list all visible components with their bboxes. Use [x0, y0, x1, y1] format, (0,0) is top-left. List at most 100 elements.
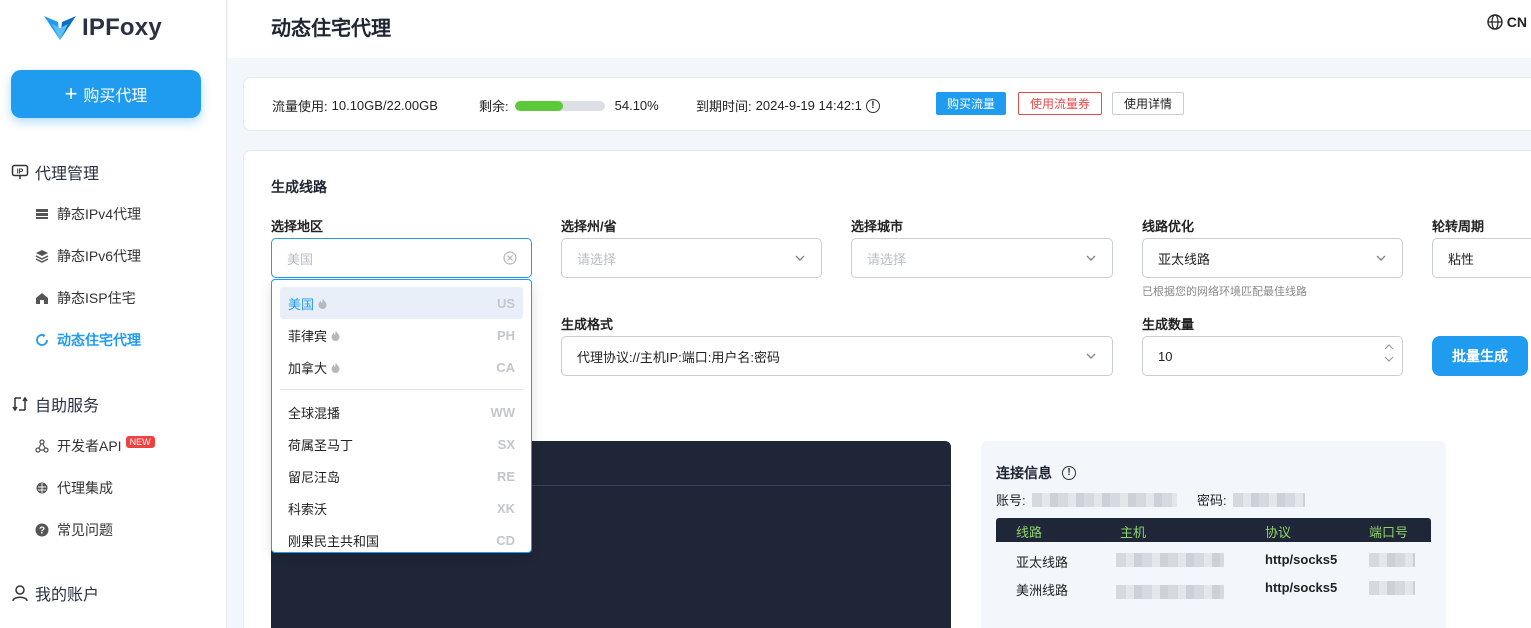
dropdown-option-ph[interactable]: 菲律宾 PH — [280, 319, 523, 351]
format-label: 生成格式 — [561, 317, 614, 332]
route-select[interactable]: 亚太线路 — [1142, 238, 1403, 278]
chevron-down-icon[interactable] — [1384, 355, 1394, 363]
route-hint: 已根据您的网络环境匹配最佳线路 — [1142, 286, 1307, 298]
clear-icon[interactable] — [503, 251, 517, 265]
batch-generate-button[interactable]: 批量生成 — [1432, 336, 1528, 376]
dropdown-option-ww[interactable]: 全球混播 WW — [280, 396, 523, 428]
state-placeholder: 请选择 — [577, 251, 617, 267]
generator-title: 生成线路 — [271, 179, 327, 195]
count-value: 10 — [1158, 348, 1173, 364]
option-code: SX — [497, 436, 515, 452]
brand-name: IPFoxy — [82, 14, 162, 41]
option-name: 留尼汪岛 — [288, 469, 341, 485]
city-select[interactable]: 请选择 — [851, 238, 1113, 278]
dropdown-option-us[interactable]: 美国 US — [280, 287, 523, 319]
option-name: 科索沃 — [288, 501, 328, 517]
region-placeholder: 美国 — [287, 251, 314, 267]
buy-proxy-button[interactable]: + 购买代理 — [11, 70, 201, 118]
region-dropdown: 美国 US 菲律宾 PH 加拿大 CA 全球混播 WW 荷属圣马丁 SX 留尼汪… — [271, 279, 532, 553]
count-stepper[interactable] — [1384, 343, 1394, 363]
svg-text:?: ? — [39, 526, 45, 537]
sidebar-item-static-ipv6[interactable]: 静态IPv6代理 — [35, 246, 141, 266]
new-badge: NEW — [125, 436, 155, 448]
account-info: 账号: — [996, 490, 1177, 509]
remaining-progress-bar — [514, 100, 605, 111]
sidebar: IPFoxy + 购买代理 IP 代理管理 静态IPv4代理 静态IPv6代理 … — [0, 0, 227, 628]
dropdown-divider — [280, 389, 523, 390]
column-header: 线路 — [1016, 525, 1043, 540]
plus-icon: + — [64, 81, 78, 106]
svg-text:IP: IP — [17, 169, 24, 176]
ip-icon: IP — [11, 164, 29, 179]
option-code: XK — [496, 500, 515, 516]
dropdown-option-sx[interactable]: 荷属圣马丁 SX — [280, 428, 523, 460]
traffic-value: 10.10GB/22.00GB — [331, 98, 438, 113]
chevron-down-icon — [1086, 353, 1096, 359]
nav-group-self-service[interactable]: 自助服务 — [11, 392, 99, 416]
sidebar-item-proxy-integration[interactable]: 代理集成 — [35, 478, 113, 498]
region-label: 选择地区 — [271, 219, 324, 234]
chevron-down-icon — [1376, 255, 1386, 261]
state-select[interactable]: 请选择 — [561, 238, 822, 278]
sidebar-item-static-isp[interactable]: 静态ISP住宅 — [35, 288, 136, 308]
sidebar-item-label: 常见问题 — [57, 522, 113, 538]
question-icon: ? — [35, 523, 49, 537]
globe-icon — [1487, 14, 1503, 30]
nav-group-proxy-management[interactable]: IP 代理管理 — [11, 160, 99, 184]
sidebar-item-dynamic-residential[interactable]: 动态住宅代理 — [35, 330, 141, 350]
expire-value: 2024-9-19 14:42:1 — [755, 98, 862, 113]
connection-title: 连接信息 ! — [996, 463, 1076, 483]
dropdown-option-cd[interactable]: 刚果民主共和国 CD — [280, 524, 523, 552]
chevron-down-icon — [1086, 255, 1096, 261]
option-name: 荷属圣马丁 — [288, 437, 354, 453]
logo[interactable]: IPFoxy — [42, 12, 162, 44]
chevron-down-icon — [795, 255, 805, 261]
buy-traffic-button[interactable]: 购买流量 — [936, 92, 1007, 115]
table-cell-route: 亚太线路 — [1016, 555, 1069, 570]
language-switcher[interactable]: CN — [1487, 14, 1527, 30]
sidebar-item-label: 动态住宅代理 — [57, 332, 141, 348]
hot-icon — [331, 330, 340, 341]
count-input[interactable]: 10 — [1142, 336, 1403, 376]
option-code: PH — [496, 327, 515, 343]
layers-icon — [35, 250, 49, 263]
option-code: CA — [496, 359, 515, 375]
usage-detail-button[interactable]: 使用详情 — [1112, 92, 1185, 115]
table-cell-route: 美洲线路 — [1016, 583, 1069, 598]
sidebar-item-static-ipv4[interactable]: 静态IPv4代理 — [35, 204, 141, 224]
route-label: 线路优化 — [1142, 219, 1195, 234]
sidebar-item-developer-api[interactable]: 开发者API NEW — [35, 436, 155, 456]
option-name: 刚果民主共和国 — [288, 533, 380, 549]
sidebar-item-label: 静态IPv4代理 — [57, 206, 142, 222]
option-code: RE — [496, 468, 515, 484]
hot-icon — [318, 298, 327, 309]
use-coupon-button[interactable]: 使用流量券 — [1018, 92, 1103, 115]
rotation-select[interactable]: 粘性 — [1432, 238, 1531, 278]
connection-table-header: 线路 主机 协议 端口号 — [996, 518, 1431, 542]
info-icon[interactable]: ! — [865, 98, 880, 113]
region-select[interactable]: 美国 — [271, 238, 532, 278]
fox-logo-icon — [44, 16, 76, 40]
remaining-usage: 剩余: 54.10% — [479, 96, 659, 115]
route-value: 亚太线路 — [1158, 251, 1211, 267]
nav-group-my-account[interactable]: 我的账户 — [11, 581, 99, 605]
sidebar-item-label: 开发者API — [57, 438, 122, 454]
dropdown-option-ca[interactable]: 加拿大 CA — [280, 351, 523, 383]
option-name: 美国 — [288, 296, 315, 312]
info-icon[interactable]: ! — [1062, 466, 1076, 480]
dropdown-option-xk[interactable]: 科索沃 XK — [280, 492, 523, 524]
host-redacted — [1116, 585, 1224, 599]
format-select[interactable]: 代理协议://主机IP:端口:用户名:密码 — [561, 336, 1113, 376]
traffic-label: 流量使用: — [272, 99, 328, 114]
dropdown-option-re[interactable]: 留尼汪岛 RE — [280, 460, 523, 492]
count-label: 生成数量 — [1142, 317, 1195, 332]
column-header: 端口号 — [1369, 525, 1409, 540]
account-value-redacted — [1031, 492, 1177, 507]
state-label: 选择州/省 — [561, 219, 617, 234]
chevron-up-icon[interactable] — [1384, 343, 1394, 351]
option-code: CD — [496, 532, 515, 548]
user-icon — [12, 585, 28, 602]
sidebar-item-faq[interactable]: ? 常见问题 — [35, 520, 113, 540]
table-cell-protocol: http/socks5 — [1265, 580, 1338, 595]
port-redacted — [1369, 581, 1415, 595]
